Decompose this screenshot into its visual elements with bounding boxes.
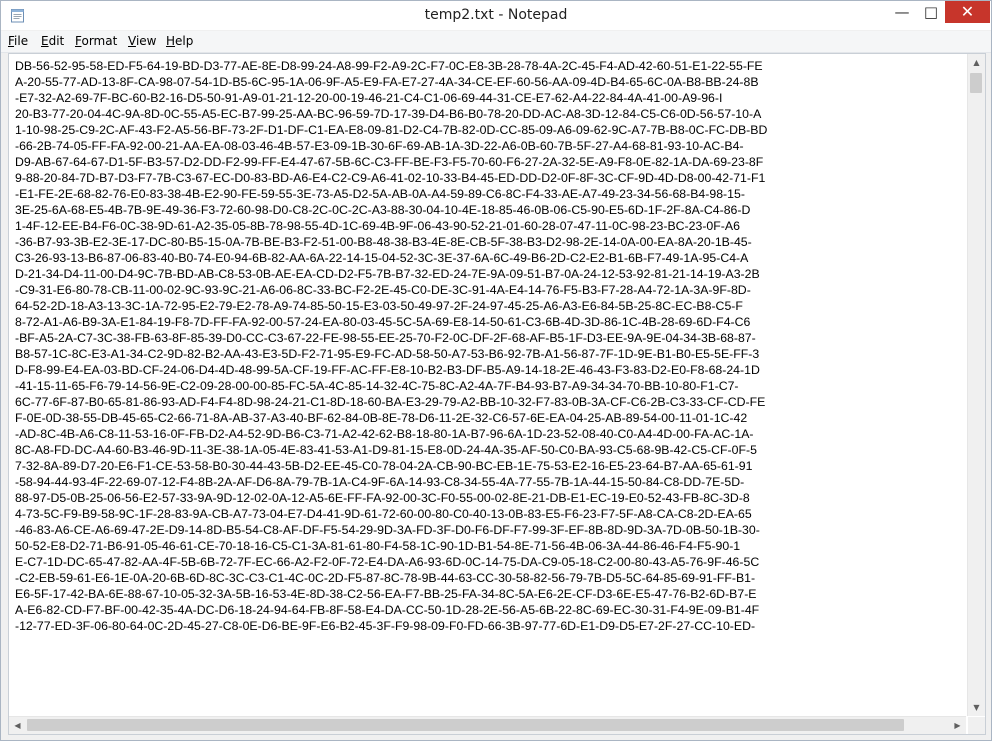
text-line: 1-10-98-25-C9-2C-AF-43-F2-A5-56-BF-73-2F… bbox=[15, 123, 768, 137]
text-line: E-C7-1D-DC-65-47-82-AA-4F-5B-6B-72-7F-EC… bbox=[15, 555, 760, 569]
menu-view[interactable]: View bbox=[128, 34, 156, 48]
menu-help[interactable]: Help bbox=[166, 34, 193, 48]
text-line: 64-52-2D-18-A3-13-3C-1A-72-95-E2-79-E2-7… bbox=[15, 299, 743, 313]
menu-view-mnemonic: V bbox=[128, 34, 136, 48]
text-line: 9-88-20-84-7D-B7-D3-F7-7B-C3-67-EC-D0-83… bbox=[15, 171, 766, 185]
text-line: 88-97-D5-0B-25-06-56-E2-57-33-9A-9D-12-0… bbox=[15, 491, 750, 505]
text-line: -BF-A5-2A-C7-3C-38-FB-63-8F-85-39-D0-CC-… bbox=[15, 331, 756, 345]
text-line: -C2-EB-59-61-E6-1E-0A-20-6B-6D-8C-3C-C3-… bbox=[15, 571, 756, 585]
notepad-window: temp2.txt - Notepad — □ ✕ File Edit Form… bbox=[0, 0, 992, 741]
text-line: 4-73-5C-F9-B9-58-9C-1F-28-83-9A-CB-A7-73… bbox=[15, 507, 752, 521]
text-line: -E1-FE-2E-68-82-76-E0-83-38-4B-E2-90-FE-… bbox=[15, 187, 745, 201]
scroll-down-arrow-icon[interactable]: ▼ bbox=[968, 699, 985, 716]
maximize-button[interactable]: □ bbox=[917, 1, 945, 23]
text-line: -C9-31-E6-80-78-CB-11-00-02-9C-93-9C-21-… bbox=[15, 283, 751, 297]
text-line: E6-5F-17-42-BA-6E-88-67-10-05-32-3A-5B-1… bbox=[15, 587, 757, 601]
text-line: -AD-8C-4B-A6-C8-11-53-16-0F-FB-D2-A4-52-… bbox=[15, 427, 754, 441]
text-line: 7-32-8A-89-D7-20-E6-F1-CE-53-58-B0-30-44… bbox=[15, 459, 753, 473]
text-line: C3-26-93-13-B6-87-06-83-40-B0-74-E0-94-6… bbox=[15, 251, 749, 265]
text-line: 50-52-E8-D2-71-B6-91-05-46-61-CE-70-18-1… bbox=[15, 539, 741, 553]
text-line: -12-77-ED-3F-06-80-64-0C-2D-45-27-C8-0E-… bbox=[15, 619, 756, 633]
text-line: -66-2B-74-05-FF-FA-92-00-21-AA-EA-08-03-… bbox=[15, 139, 744, 153]
text-line: -41-15-11-65-F6-79-14-56-9E-C2-09-28-00-… bbox=[15, 379, 739, 393]
text-line: 8-72-A1-A6-B9-3A-E1-84-19-F8-7D-FF-FA-92… bbox=[15, 315, 751, 329]
menu-edit-mnemonic: E bbox=[41, 34, 49, 48]
text-line: A-20-55-77-AD-13-8F-CA-98-07-54-1D-B5-6C… bbox=[15, 75, 759, 89]
minimize-button[interactable]: — bbox=[888, 1, 916, 23]
vertical-scrollbar[interactable]: ▲ ▼ bbox=[967, 54, 985, 716]
scroll-up-arrow-icon[interactable]: ▲ bbox=[968, 54, 985, 71]
text-line: D-21-34-D4-11-00-D4-9C-7B-BD-AB-C8-53-0B… bbox=[15, 267, 760, 281]
text-line: 1-4F-12-EE-B4-F6-0C-38-9D-61-A2-35-05-8B… bbox=[15, 219, 740, 233]
text-area[interactable]: DB-56-52-95-58-ED-F5-64-19-BD-D3-77-AE-8… bbox=[9, 54, 966, 716]
text-line: D9-AB-67-64-67-D1-5F-B3-57-D2-DD-F2-99-F… bbox=[15, 155, 764, 169]
menu-format[interactable]: Format bbox=[75, 34, 117, 48]
text-line: -46-83-A6-CE-A6-69-47-2E-D9-14-8D-B5-54-… bbox=[15, 523, 760, 537]
close-button[interactable]: ✕ bbox=[945, 1, 990, 23]
text-line: F-0E-0D-38-55-DB-45-65-C2-66-71-8A-AB-37… bbox=[15, 411, 748, 425]
menu-format-label: ormat bbox=[81, 34, 118, 48]
horizontal-scroll-thumb[interactable] bbox=[27, 719, 904, 731]
menu-bar: File Edit Format View Help bbox=[1, 31, 991, 53]
menu-edit[interactable]: Edit bbox=[41, 34, 64, 48]
text-line: 3E-25-6A-68-E5-4B-7B-9E-49-36-F3-72-60-9… bbox=[15, 203, 751, 217]
menu-file[interactable]: File bbox=[8, 34, 28, 48]
vertical-scroll-thumb[interactable] bbox=[970, 73, 982, 93]
text-line: -E7-32-A2-69-7F-BC-60-B2-16-D5-50-91-A9-… bbox=[15, 91, 723, 105]
editor-frame: DB-56-52-95-58-ED-F5-64-19-BD-D3-77-AE-8… bbox=[8, 53, 986, 735]
window-title: temp2.txt - Notepad bbox=[424, 7, 568, 23]
menu-help-mnemonic: H bbox=[166, 34, 176, 48]
text-line: -58-94-44-93-4F-22-69-07-12-F4-8B-2A-AF-… bbox=[15, 475, 745, 489]
text-line: A-E6-82-CD-F7-BF-00-42-35-4A-DC-D6-18-24… bbox=[15, 603, 760, 617]
text-line: 8C-A8-FD-DC-A4-60-B3-46-9D-11-3E-38-1A-0… bbox=[15, 443, 757, 457]
text-line: DB-56-52-95-58-ED-F5-64-19-BD-D3-77-AE-8… bbox=[15, 59, 763, 73]
scrollbar-corner bbox=[968, 717, 985, 734]
menu-file-label: ile bbox=[14, 34, 29, 48]
horizontal-scrollbar[interactable]: ◀ ▶ bbox=[9, 716, 966, 734]
menu-view-label: iew bbox=[135, 34, 157, 48]
text-line: -36-B7-93-3B-E2-3E-17-DC-80-B5-15-0A-7B-… bbox=[15, 235, 752, 249]
text-line: 20-B3-77-20-04-4C-9A-8D-0C-55-A5-EC-B7-9… bbox=[15, 107, 762, 121]
text-line: B8-57-1C-8C-E3-A1-34-C2-9D-82-B2-AA-43-E… bbox=[15, 347, 760, 361]
scroll-right-arrow-icon[interactable]: ▶ bbox=[949, 717, 966, 734]
scroll-left-arrow-icon[interactable]: ◀ bbox=[9, 717, 26, 734]
title-bar[interactable]: temp2.txt - Notepad — □ ✕ bbox=[1, 1, 991, 30]
text-line: 6C-77-6F-87-B0-65-81-86-93-AD-F4-F4-8D-9… bbox=[15, 395, 766, 409]
menu-help-label: elp bbox=[175, 34, 194, 48]
text-line: D-F8-99-E4-EA-03-BD-CF-24-06-D4-4D-48-99… bbox=[15, 363, 760, 377]
menu-edit-label: dit bbox=[48, 34, 65, 48]
